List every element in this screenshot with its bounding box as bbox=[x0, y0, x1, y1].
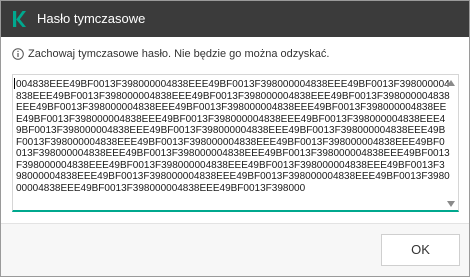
info-message: Zachowaj tymczasowe hasło. Nie będzie go… bbox=[12, 46, 329, 62]
dialog-footer: OK bbox=[1, 224, 469, 276]
kaspersky-k-icon bbox=[13, 11, 26, 27]
password-value[interactable]: 004838EEE49BF0013F398000004838EEE49BF001… bbox=[16, 79, 450, 194]
info-text: Zachowaj tymczasowe hasło. Nie będzie go… bbox=[28, 48, 330, 60]
scroll-down-arrow-icon[interactable] bbox=[447, 201, 455, 207]
temporary-password-dialog: Hasło tymczasowe Zachowaj tymczasowe has… bbox=[0, 0, 470, 277]
title-bar: Hasło tymczasowe bbox=[1, 1, 469, 37]
text-caret bbox=[14, 78, 15, 89]
window-title: Hasło tymczasowe bbox=[37, 11, 146, 26]
info-icon bbox=[12, 48, 24, 60]
ok-button[interactable]: OK bbox=[381, 234, 460, 266]
password-textarea[interactable]: 004838EEE49BF0013F398000004838EEE49BF001… bbox=[12, 74, 459, 212]
scroll-up-arrow-icon[interactable] bbox=[447, 80, 455, 86]
